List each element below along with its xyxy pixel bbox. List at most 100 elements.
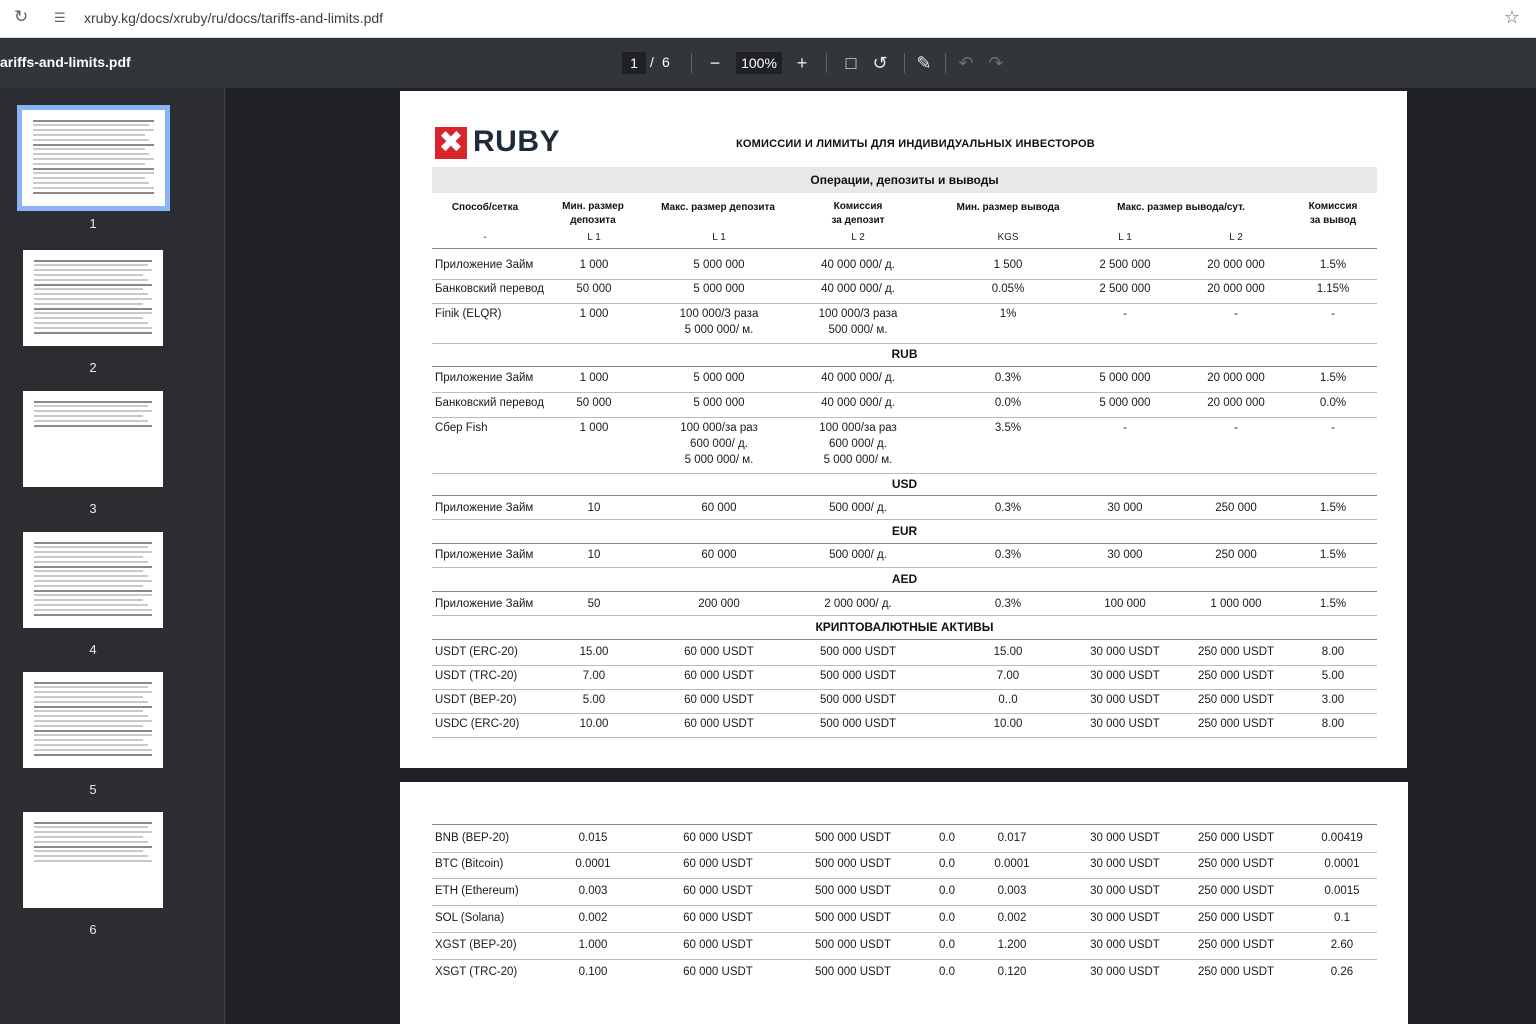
zoom-input[interactable]: 100% — [736, 52, 782, 74]
thumbnail-line — [34, 831, 152, 834]
table-cell: 5 000 000 — [693, 259, 745, 271]
pdf-viewer[interactable]: ✖ RUBY КОМИССИИ И ЛИМИТЫ ДЛЯ ИНДИВИДУАЛЬ… — [226, 88, 1536, 1024]
thumbnail-line — [34, 283, 152, 286]
thumbnail-line — [34, 734, 152, 737]
table-cell: 20 000 000 — [1207, 397, 1265, 409]
thumbnail-line — [34, 565, 152, 568]
table-cell: 1 000 — [579, 259, 609, 271]
redo-icon[interactable]: ↷ — [984, 51, 1008, 75]
thumbnail-line — [34, 322, 148, 324]
table-cell: 60 000 — [701, 502, 737, 514]
table-cell: 250 000 — [1215, 502, 1257, 514]
minus-icon[interactable]: − — [703, 51, 727, 75]
table-rule — [432, 591, 1377, 592]
table-cell: 50 000 — [576, 283, 612, 295]
column-subheader: L 1 — [1118, 232, 1132, 243]
thumbnail-line — [34, 860, 152, 862]
thumbnail-line — [33, 138, 150, 141]
thumbnail-line — [34, 259, 152, 262]
table-rule — [432, 248, 1377, 249]
toolbar-divider — [691, 53, 692, 73]
table-cell: 0.003 — [578, 885, 608, 897]
row-label: USDT (ERC-20) — [435, 646, 518, 658]
thumbnail-line — [34, 710, 144, 713]
pdf-page-2: BNB (BEP-20) 0.015 60 000 USDT 500 000 USDT… — [400, 782, 1408, 1024]
page-thumbnail[interactable] — [23, 672, 163, 768]
table-cell: 0.0% — [994, 397, 1022, 409]
table-cell: 0.017 — [997, 832, 1027, 844]
page-thumbnail[interactable] — [23, 532, 163, 628]
table-rule — [432, 639, 1377, 640]
table-cell: 0.0 — [939, 858, 955, 870]
section-heading: КРИПТОВАЛЮТНЫЕ АКТИВЫ — [815, 620, 994, 634]
thumbnail-line — [33, 124, 150, 127]
table-cell: 1.200 — [997, 939, 1027, 951]
thumbnail-line — [34, 686, 148, 689]
table-cell: 500 000 USDT — [814, 966, 892, 978]
star-icon[interactable]: ☆ — [1504, 7, 1520, 27]
thumbnail-page-number: 5 — [89, 782, 97, 797]
section-heading: EUR — [891, 524, 918, 538]
thumbnail-line — [34, 744, 148, 746]
table-cell: 100 000/3 раза 5 000 000/ м. — [679, 308, 759, 336]
thumbnail-page-number: 1 — [89, 216, 97, 231]
pen-icon[interactable]: ✎ — [912, 51, 936, 75]
fit-page-icon[interactable]: □ — [839, 51, 863, 75]
table-cell: 30 000 — [1107, 549, 1143, 561]
row-label: Сбер Fish — [435, 422, 488, 434]
thumbnail-sidebar: 1 2 3 4 5 6 — [0, 88, 225, 1024]
table-rule — [432, 615, 1377, 616]
thumbnail-line — [33, 182, 150, 184]
table-cell: 250 000 USDT — [1197, 646, 1275, 658]
tune-icon[interactable]: ☰ — [54, 9, 72, 27]
thumbnail-line — [34, 546, 148, 549]
thumbnail-line — [33, 177, 145, 180]
thumbnail-line — [34, 405, 148, 408]
table-rule — [432, 417, 1377, 418]
thumbnail-line — [34, 288, 144, 291]
page-number-input[interactable]: 1 — [622, 52, 646, 74]
page-thumbnail[interactable] — [23, 250, 163, 346]
table-cell: 100 000/за раз 600 000/ д. 5 000 000/ м. — [680, 422, 758, 466]
row-label: BTC (Bitcoin) — [435, 858, 504, 870]
table-cell: 250 000 USDT — [1197, 885, 1275, 897]
thumbnail-line — [33, 167, 154, 170]
thumbnail-line — [34, 729, 152, 732]
table-rule — [432, 852, 1377, 853]
thumbnail-line — [34, 724, 144, 727]
table-cell: 250 000 USDT — [1197, 718, 1275, 730]
table-cell: 1.5% — [1319, 259, 1347, 271]
thumbnail-line — [34, 551, 152, 554]
thumbnail-line — [33, 158, 154, 160]
table-cell: 5.00 — [1321, 670, 1345, 682]
table-rule — [432, 824, 1377, 825]
table-cell: 0.0 — [939, 832, 955, 844]
thumbnail-page-number: 3 — [89, 501, 97, 516]
page-thumbnail[interactable] — [17, 105, 170, 211]
reload-icon[interactable]: ↻ — [14, 8, 32, 26]
plus-icon[interactable]: + — [790, 51, 814, 75]
table-cell: 250 000 USDT — [1197, 832, 1275, 844]
table-cell: 30 000 USDT — [1090, 966, 1160, 978]
table-cell: 5 000 000 — [693, 283, 745, 295]
thumbnail-line — [34, 608, 152, 611]
rotate-icon[interactable]: ↺ — [868, 51, 892, 75]
undo-icon[interactable]: ↶ — [954, 51, 978, 75]
table-cell: 500 000 USDT — [819, 670, 897, 682]
table-cell: 15.00 — [579, 646, 609, 658]
table-cell: 40 000 000/ д. — [821, 283, 895, 295]
thumbnail-line — [34, 855, 148, 858]
thumbnail-line — [33, 148, 145, 151]
table-cell: 30 000 USDT — [1090, 646, 1160, 658]
browser-address-bar: ↻ ☰ xruby.kg/docs/xruby/ru/docs/tariffs-… — [0, 0, 1536, 38]
table-cell: 60 000 USDT — [684, 646, 754, 658]
thumbnail-line — [34, 696, 144, 698]
page-thumbnail[interactable] — [23, 812, 163, 908]
url-text[interactable]: xruby.kg/docs/xruby/ru/docs/tariffs-and-… — [84, 9, 383, 27]
thumbnail-line — [34, 331, 152, 334]
page-thumbnail[interactable] — [23, 391, 163, 487]
table-cell: 8.00 — [1321, 646, 1345, 658]
thumbnail-line — [34, 400, 152, 403]
table-cell: 0.0001 — [575, 858, 611, 870]
thumbnail-line — [34, 613, 152, 616]
